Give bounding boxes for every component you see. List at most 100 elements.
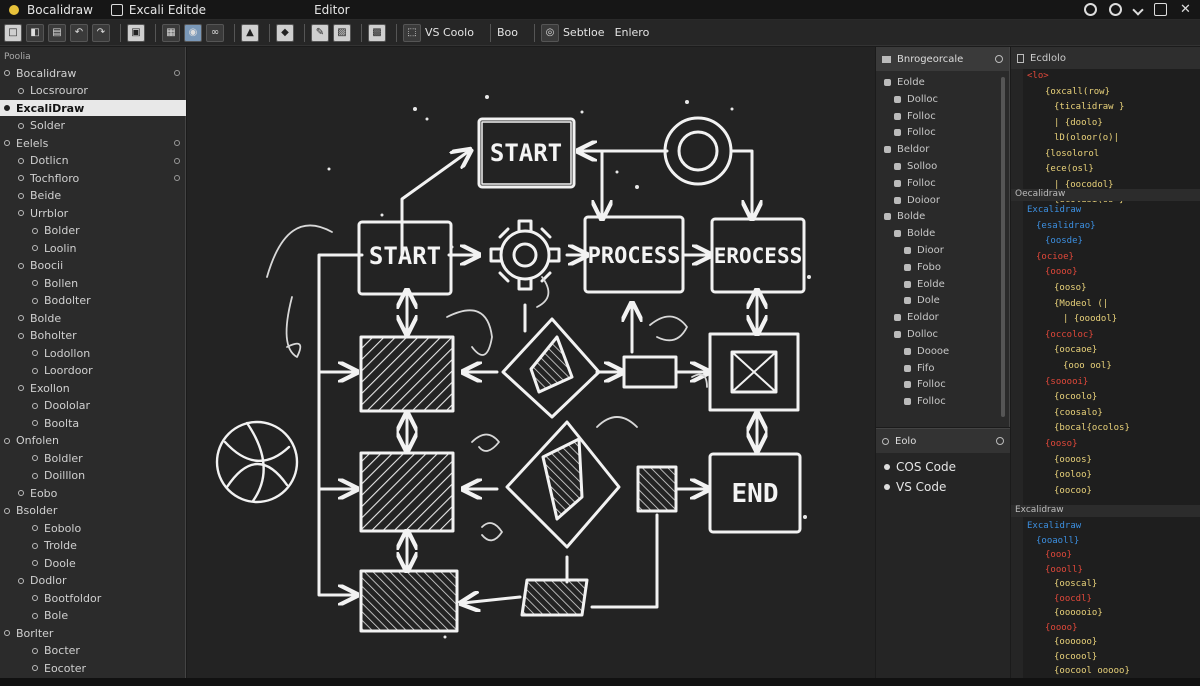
settings-icon[interactable] (996, 437, 1004, 445)
code-editor-panel[interactable]: Ecdlolo <lo> {oxcall(row} {ticalidraw } | {… (1011, 47, 1200, 678)
sidebar-item[interactable]: Bole (0, 608, 186, 624)
explorer-item[interactable]: Doioor (894, 193, 940, 208)
explorer-item[interactable]: Folloc (904, 394, 946, 409)
folder-icon (18, 157, 24, 164)
save-icon[interactable]: ▤ (48, 23, 66, 42)
sidebar-item[interactable]: Urrblor (0, 205, 186, 221)
outline-item[interactable]: COS Code (884, 459, 956, 475)
sidebar-item[interactable]: Bollen (0, 275, 186, 291)
explorer-item[interactable]: Eoldor (894, 310, 939, 325)
vs-code-label[interactable]: VS Coolo (425, 26, 474, 39)
sidebar-item[interactable]: Eobo (0, 485, 186, 501)
explorer-item[interactable]: Bolde (894, 226, 935, 241)
expand-icon[interactable] (174, 140, 180, 146)
process-label[interactable]: PROCESS (588, 244, 681, 269)
sidebar-item[interactable]: Boldler (0, 450, 186, 466)
explorer-item[interactable]: Doooe (904, 344, 949, 359)
sidebar-item[interactable]: Boocii (0, 258, 186, 274)
flowchart-diagram[interactable]: START START PROCESS EROCESS END (187, 47, 875, 678)
sidebar-item[interactable]: Bolder (0, 223, 186, 239)
paste-icon[interactable]: ▦ (162, 23, 180, 42)
sidebar-item[interactable]: Boholter (0, 328, 186, 344)
explorer-item[interactable]: Dolloc (894, 327, 938, 342)
sidebar-item[interactable]: Lodollon (0, 345, 186, 361)
sidebar-item[interactable]: Loolin (0, 240, 186, 256)
boo-label[interactable]: Boo (497, 26, 518, 39)
sidebar-item[interactable]: Eocoter (0, 660, 186, 676)
sidebar-item[interactable]: Bolde (0, 310, 186, 326)
sidebar-item[interactable]: Beide (0, 188, 186, 204)
sidebar-item[interactable]: Doilllon (0, 468, 186, 484)
copy-icon[interactable]: ▣ (127, 23, 145, 42)
close-icon[interactable] (995, 55, 1003, 63)
draw-icon[interactable]: ✎ (311, 23, 329, 42)
explorer-item[interactable]: Dolloc (894, 92, 938, 107)
sidebar-item[interactable]: Trolde (0, 538, 186, 554)
expand-icon[interactable] (174, 157, 180, 164)
shape-icon[interactable]: ◆ (276, 23, 294, 42)
open-icon[interactable]: ◧ (26, 23, 44, 42)
expand-icon[interactable] (174, 70, 180, 76)
sidebar-item[interactable]: Doole (0, 555, 186, 571)
link-icon[interactable]: ∞ (206, 23, 224, 42)
sidebar-item[interactable]: Doololar (0, 398, 186, 414)
explorer-item[interactable]: Folloc (894, 125, 936, 140)
settings-icon[interactable]: ◎ (540, 23, 559, 42)
explorer-item[interactable]: Solloo (894, 159, 937, 174)
sidebar-item[interactable]: Borlter (0, 625, 186, 641)
sidebar-item[interactable]: Bocalidraw (0, 65, 186, 81)
sidebar-item[interactable]: Boolta (0, 415, 186, 431)
sidebar-item[interactable]: Exollon (0, 380, 186, 396)
sidebar-item[interactable]: Solder (0, 118, 186, 134)
explorer-item[interactable]: Eolde (884, 75, 925, 90)
undo-icon[interactable]: ↶ (70, 23, 88, 42)
explorer-item[interactable]: Dole (904, 293, 940, 308)
explorer-item[interactable]: Beldor (884, 142, 929, 157)
globe-icon[interactable]: ◉ (184, 23, 202, 42)
sidebar-item[interactable]: Locsrouror (0, 83, 186, 99)
image-icon[interactable]: ▨ (333, 23, 351, 42)
section-label[interactable]: Sebtloe (563, 26, 605, 39)
expand-icon[interactable] (174, 175, 180, 181)
explorer-item[interactable]: Bolde (884, 209, 925, 224)
sidebar-item[interactable]: Loordoor (0, 363, 186, 379)
drawing-canvas[interactable]: START START PROCESS EROCESS END (187, 47, 875, 678)
sidebar-item[interactable]: Eelels (0, 135, 186, 151)
sidebar-item[interactable]: Bootfoldor (0, 590, 186, 606)
explorer-item[interactable]: Folloc (894, 176, 936, 191)
start-mid-label[interactable]: START (369, 242, 441, 270)
eprocess-label[interactable]: EROCESS (714, 244, 803, 268)
sidebar-item[interactable]: Tochfloro (0, 170, 186, 186)
theme-icon[interactable] (1084, 3, 1097, 16)
explorer-item[interactable]: Eolde (904, 277, 945, 292)
end-label[interactable]: END (732, 479, 779, 509)
start-top-label[interactable]: START (490, 139, 562, 167)
explorer-item[interactable]: Folloc (894, 109, 936, 124)
outline-item[interactable]: VS Code (884, 479, 946, 495)
sidebar-item[interactable]: Bsolder (0, 503, 186, 519)
select-icon[interactable]: ▲ (241, 23, 259, 42)
sidebar-item[interactable]: Dodlor (0, 573, 186, 589)
sidebar-item[interactable]: Bodolter (0, 293, 186, 309)
sidebar-item[interactable]: ExcaliDraw (0, 100, 186, 116)
menu-icon[interactable] (1154, 3, 1167, 16)
sidebar-item[interactable]: Onfolen (0, 433, 186, 449)
menu-editor[interactable]: Editor (314, 3, 350, 17)
explorer-item[interactable]: Folloc (904, 377, 946, 392)
sidebar-item[interactable]: Bocter (0, 643, 186, 659)
info-icon[interactable] (1109, 3, 1122, 16)
close-icon[interactable]: ✕ (1179, 3, 1192, 16)
editor-label[interactable]: Enlero (615, 26, 650, 39)
explorer-item[interactable]: Fobo (904, 260, 941, 275)
explorer-item[interactable]: Dioor (904, 243, 944, 258)
explorer-item[interactable]: Fifo (904, 361, 934, 376)
small-box (622, 355, 678, 389)
export-icon[interactable]: ⬚ (403, 23, 421, 42)
redo-icon[interactable]: ↷ (92, 23, 110, 42)
new-file-icon[interactable]: □ (4, 23, 22, 42)
sidebar-item[interactable]: Dotlicn (0, 153, 186, 169)
lock-icon[interactable]: ▩ (368, 23, 386, 42)
sidebar-item[interactable]: Eobolo (0, 520, 186, 536)
explorer-scrollbar[interactable] (1001, 77, 1005, 417)
pin-icon[interactable] (1132, 3, 1144, 16)
